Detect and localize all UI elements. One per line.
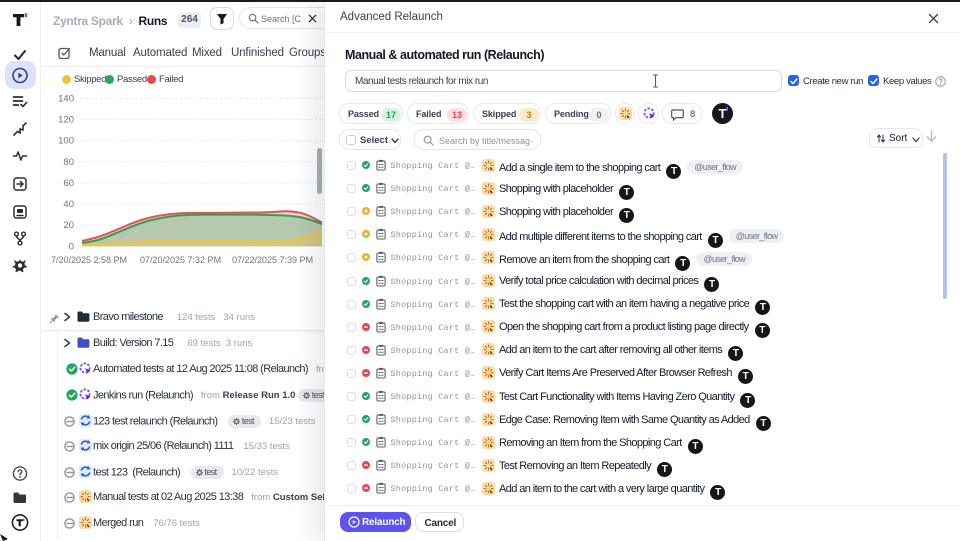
svg-text:100: 100 [58, 136, 74, 147]
svg-text:20: 20 [63, 220, 74, 231]
svg-text:120: 120 [58, 115, 74, 126]
svg-text:80: 80 [63, 157, 74, 168]
svg-text:140: 140 [58, 93, 74, 104]
svg-text:40: 40 [63, 199, 74, 210]
svg-text:0: 0 [69, 241, 74, 252]
svg-text:60: 60 [63, 178, 74, 189]
